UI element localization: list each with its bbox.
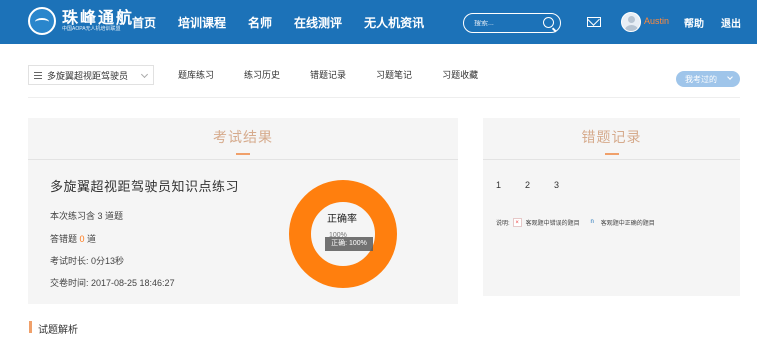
legend-prefix: 说明: (496, 221, 510, 227)
search-input[interactable] (474, 19, 544, 27)
exam-history-label: 我考过的 (685, 74, 717, 84)
search-icon[interactable] (543, 17, 554, 28)
exam-name: 多旋翼超视距驾驶员知识点练习 (50, 179, 240, 194)
question-count: 本次练习含 3 道题 (50, 211, 124, 221)
username[interactable]: Austin (644, 16, 669, 26)
correct-mark-icon: n (590, 219, 594, 225)
logo-subtitle: 中国AOPA无人机培训联盟 (62, 26, 121, 32)
wrong-count-suffix: 道 (84, 234, 97, 244)
chart-tooltip: 正确: 100% (325, 237, 373, 251)
question-number[interactable]: 1 (496, 180, 501, 190)
chevron-down-icon (727, 74, 733, 80)
menu-icon (34, 71, 42, 79)
nav-drone-news[interactable]: 无人机资讯 (364, 14, 424, 31)
search-box (463, 13, 561, 33)
section-marker (29, 321, 32, 333)
logo-emblem-icon (28, 7, 56, 35)
section-title: 试题解析 (38, 325, 78, 336)
main-nav: 首页 培训课程 名师 在线测评 无人机资讯 (132, 0, 446, 44)
mail-icon[interactable] (587, 17, 601, 27)
subnav-wrong-records[interactable]: 错题记录 (310, 68, 346, 81)
exam-history-dropdown[interactable]: 我考过的 (676, 71, 740, 87)
title-underline (604, 153, 619, 155)
panel-title: 错题记录 (581, 129, 642, 145)
wrong-records-panel: 错题记录 1 2 3 说明: × 客观题中错误的题目 n 客观题中正确的题目 (483, 118, 740, 296)
chevron-down-icon (140, 70, 149, 79)
nav-teachers[interactable]: 名师 (248, 14, 272, 31)
question-number-list: 1 2 3 (496, 180, 583, 190)
subnav-favorites[interactable]: 习题收藏 (442, 68, 478, 81)
panel-header: 错题记录 (483, 118, 740, 160)
wrong-count-prefix: 答错题 (50, 234, 80, 244)
top-navigation-bar: 珠峰通航 中国AOPA无人机培训联盟 首页 培训课程 名师 在线测评 无人机资讯… (0, 0, 757, 44)
help-link[interactable]: 帮助 (684, 15, 704, 30)
subnav-question-bank[interactable]: 题库练习 (178, 68, 214, 81)
legend-wrong: 客观题中错误的题目 (525, 221, 580, 227)
exam-duration: 考试时长: 0分13秒 (50, 256, 125, 266)
nav-home[interactable]: 首页 (132, 14, 156, 31)
subnav-practice-history[interactable]: 练习历史 (244, 68, 280, 81)
logo[interactable]: 珠峰通航 中国AOPA无人机培训联盟 (28, 7, 134, 35)
nav-online-test[interactable]: 在线测评 (294, 14, 342, 31)
panel-title: 考试结果 (213, 129, 273, 145)
avatar[interactable] (621, 12, 641, 32)
legend: 说明: × 客观题中错误的题目 n 客观题中正确的题目 (496, 218, 655, 227)
wrong-mark-icon: × (512, 218, 522, 227)
chart-title: 正确率 (327, 214, 357, 225)
question-number[interactable]: 3 (554, 180, 559, 190)
divider (28, 97, 740, 98)
nav-courses[interactable]: 培训课程 (178, 14, 226, 31)
course-select-value: 多旋翼超视距驾驶员 (47, 70, 129, 81)
panel-header: 考试结果 (28, 118, 458, 160)
subnav-notes[interactable]: 习题笔记 (376, 68, 412, 81)
question-number[interactable]: 2 (525, 180, 530, 190)
submit-time: 交卷时间: 2017-08-25 18:46:27 (50, 278, 175, 288)
sub-nav: 题库练习 练习历史 错题记录 习题笔记 习题收藏 (178, 68, 508, 81)
wrong-count: 答错题 0 道 (50, 232, 96, 245)
legend-right: 客观题中正确的题目 (600, 221, 655, 227)
logo-title: 珠峰通航 (62, 8, 135, 27)
course-select[interactable]: 多旋翼超视距驾驶员 (28, 65, 154, 85)
logout-link[interactable]: 退出 (721, 15, 741, 30)
logo-text: 珠峰通航 中国AOPA无人机培训联盟 (62, 9, 134, 33)
title-underline (236, 153, 250, 155)
